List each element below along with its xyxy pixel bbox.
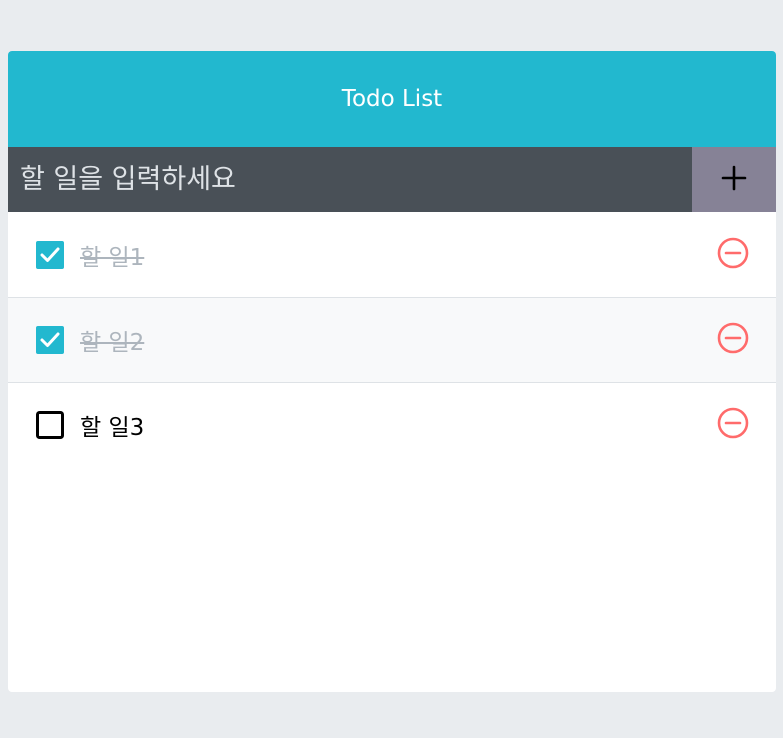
minus-circle-icon <box>717 407 749 443</box>
todo-list-item: 할 일1 <box>8 212 776 297</box>
remove-todo-button[interactable] <box>716 322 750 358</box>
checkbox-checked-icon <box>36 326 64 354</box>
todo-list-item: 할 일3 <box>8 382 776 467</box>
remove-todo-button[interactable] <box>716 237 750 273</box>
todo-list: 할 일1 할 일2 할 일3 <box>8 212 776 467</box>
remove-todo-button[interactable] <box>716 407 750 443</box>
todo-text: 할 일3 <box>80 415 145 441</box>
checkbox-checked-icon <box>36 240 64 269</box>
add-todo-button[interactable] <box>692 147 776 212</box>
todo-checkbox[interactable]: 할 일3 <box>36 408 716 442</box>
minus-circle-icon <box>717 237 749 273</box>
todo-checkbox[interactable]: 할 일1 <box>36 238 716 272</box>
todo-text: 할 일1 <box>80 244 145 271</box>
app-title: Todo List <box>8 51 776 147</box>
todo-checkbox[interactable]: 할 일2 <box>36 323 716 357</box>
checkbox-unchecked-icon <box>36 411 64 439</box>
todo-insert-form <box>8 147 776 212</box>
todo-text: 할 일2 <box>80 330 145 356</box>
todo-input[interactable] <box>8 147 692 212</box>
plus-icon <box>721 165 747 194</box>
todo-template: Todo List 할 일1 <box>8 51 776 692</box>
todo-list-item: 할 일2 <box>8 297 776 382</box>
minus-circle-icon <box>717 322 749 358</box>
